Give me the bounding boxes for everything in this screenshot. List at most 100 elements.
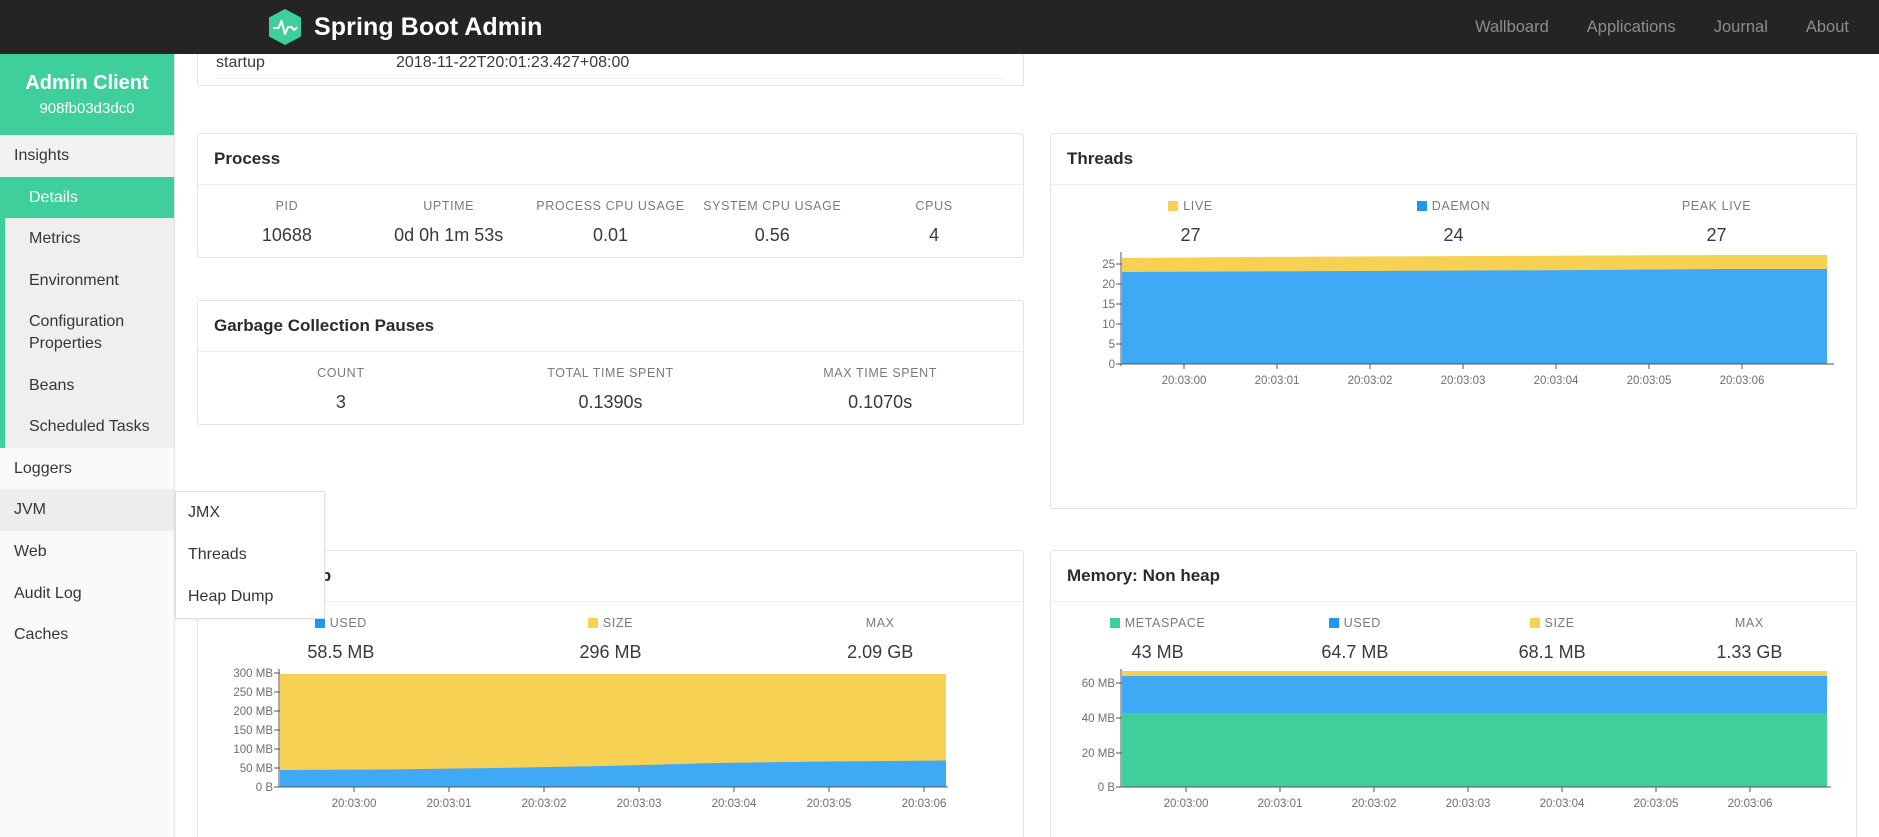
info-row-startup: startup 2018-11-22T20:01:23.427+08:00 xyxy=(198,54,1023,74)
stat-value: 3 xyxy=(335,392,346,412)
svg-text:20:03:04: 20:03:04 xyxy=(712,798,757,810)
sidebar-item-label: Audit Log xyxy=(14,584,82,602)
sidebar-item-label: Caches xyxy=(14,626,69,644)
svg-text:60 MB: 60 MB xyxy=(1082,678,1116,690)
info-row-key: startup xyxy=(216,54,265,71)
stat-gc-max-time-spent: MAX TIME SPENT 0.1070s xyxy=(745,366,1015,413)
sidebar-item-configuration-properties[interactable]: Configuration Properties xyxy=(5,301,174,364)
memory-heap-chart-svg: 300 MB 250 MB 200 MB 150 MB 100 MB 50 MB… xyxy=(233,668,948,810)
menu-item-label: JMX xyxy=(188,504,220,521)
stat-label: DAEMON xyxy=(1431,199,1491,213)
stat-value: 24 xyxy=(1443,225,1464,245)
stat-label: MAX xyxy=(1734,616,1764,630)
sidebar-item-environment[interactable]: Environment xyxy=(5,260,174,302)
svg-text:20: 20 xyxy=(1102,279,1115,291)
stat-threads-daemon: DAEMON 24 xyxy=(1322,199,1585,246)
memory-heap-chart: 300 MB 250 MB 200 MB 150 MB 100 MB 50 MB… xyxy=(206,663,1015,818)
sidebar-instance-id: 908fb03d3dc0 xyxy=(39,100,135,117)
stat-value: 43 MB xyxy=(1131,642,1184,662)
menu-item-threads[interactable]: Threads xyxy=(176,534,324,576)
memory-nonheap-stats: METASPACE 43 MB USED 64.7 MB SIZE 68.1 M… xyxy=(1059,616,1848,663)
sidebar-item-jvm[interactable]: JVM xyxy=(0,489,174,531)
sidebar-item-label: Loggers xyxy=(14,459,72,477)
sidebar-item-web[interactable]: Web xyxy=(0,531,174,573)
card-garbage-collection-pauses: Garbage Collection Pauses COUNT 3 TOTAL … xyxy=(197,300,1024,425)
sidebar-item-insights[interactable]: Insights xyxy=(0,135,174,177)
nav-link-applications[interactable]: Applications xyxy=(1587,18,1676,37)
legend-swatch-daemon xyxy=(1416,201,1427,211)
svg-text:20:03:06: 20:03:06 xyxy=(1720,375,1765,387)
stat-value: 68.1 MB xyxy=(1518,642,1586,662)
card-process: Process PID 10688 UPTIME 0d 0h 1m 53s PR… xyxy=(197,133,1024,258)
svg-text:5: 5 xyxy=(1109,339,1115,351)
stat-label: USED xyxy=(329,616,367,630)
svg-text:15: 15 xyxy=(1102,299,1115,311)
series-daemon xyxy=(1122,269,1827,364)
nav-link-about[interactable]: About xyxy=(1806,18,1849,37)
svg-text:20:03:02: 20:03:02 xyxy=(522,798,567,810)
sidebar-app-header[interactable]: Admin Client 908fb03d3dc0 xyxy=(0,54,174,135)
sidebar-item-loggers[interactable]: Loggers xyxy=(0,448,174,490)
stat-label: SIZE xyxy=(1544,616,1575,630)
svg-text:20:03:01: 20:03:01 xyxy=(1255,375,1300,387)
svg-text:40 MB: 40 MB xyxy=(1082,713,1116,725)
menu-item-heap-dump[interactable]: Heap Dump xyxy=(176,576,324,618)
svg-text:200 MB: 200 MB xyxy=(233,706,273,718)
x-axis-ticks: 20:03:00 20:03:01 20:03:02 20:03:03 20:0… xyxy=(1162,364,1765,387)
y-axis: 300 MB 250 MB 200 MB 150 MB 100 MB 50 MB… xyxy=(233,668,280,794)
stat-value: 296 MB xyxy=(579,642,642,662)
main-content: startup 2018-11-22T20:01:23.427+08:00 Pr… xyxy=(175,54,1879,837)
sidebar-item-beans[interactable]: Beans xyxy=(5,365,174,407)
svg-text:20:03:00: 20:03:00 xyxy=(1164,798,1209,810)
svg-text:20:03:06: 20:03:06 xyxy=(1728,798,1773,810)
card-memory-non-heap: Memory: Non heap METASPACE 43 MB USED 64… xyxy=(1050,550,1857,837)
nav-link-journal[interactable]: Journal xyxy=(1714,18,1768,37)
stat-label: TOTAL TIME SPENT xyxy=(547,366,674,380)
svg-text:0: 0 xyxy=(1109,359,1115,371)
stat-heap-used: USED 58.5 MB xyxy=(206,616,476,663)
info-row-value: 2018-11-22T20:01:23.427+08:00 xyxy=(396,54,630,71)
sidebar-item-scheduled-tasks[interactable]: Scheduled Tasks xyxy=(5,406,174,448)
svg-text:20:03:04: 20:03:04 xyxy=(1540,798,1585,810)
stat-cpus: CPUS 4 xyxy=(853,199,1015,246)
sidebar-item-label: Details xyxy=(29,188,78,206)
card-title: Memory: Non heap xyxy=(1051,551,1856,602)
stat-heap-max: MAX 2.09 GB xyxy=(745,616,1015,663)
stat-label: METASPACE xyxy=(1124,616,1206,630)
stat-nonheap-size: SIZE 68.1 MB xyxy=(1454,616,1651,663)
stat-label: CPUS xyxy=(915,199,953,213)
stat-gc-count: COUNT 3 xyxy=(206,366,476,413)
sidebar-item-label: JVM xyxy=(14,501,46,519)
y-axis: 25 20 15 10 5 0 xyxy=(1102,252,1122,371)
jvm-dropdown-menu: JMX Threads Heap Dump xyxy=(175,491,325,619)
stat-label: COUNT xyxy=(317,366,365,380)
svg-text:25: 25 xyxy=(1102,259,1115,271)
sidebar-item-metrics[interactable]: Metrics xyxy=(5,218,174,260)
sidebar-item-audit-log[interactable]: Audit Log xyxy=(0,573,174,615)
stat-value: 64.7 MB xyxy=(1321,642,1389,662)
memory-nonheap-chart-svg: 60 MB 40 MB 20 MB 0 B 20:03:00 20:03:01 … xyxy=(1082,669,1831,810)
threads-stats: LIVE 27 DAEMON 24 PEAK LIVE 27 xyxy=(1059,199,1848,246)
svg-text:20:03:00: 20:03:00 xyxy=(1162,375,1207,387)
sidebar-item-details[interactable]: Details xyxy=(0,176,174,219)
stat-value: 0d 0h 1m 53s xyxy=(394,225,504,245)
legend-swatch-used xyxy=(1328,618,1339,628)
nav-link-wallboard[interactable]: Wallboard xyxy=(1475,18,1549,37)
sidebar-item-caches[interactable]: Caches xyxy=(0,614,174,656)
svg-text:20:03:02: 20:03:02 xyxy=(1348,375,1393,387)
svg-text:20:03:05: 20:03:05 xyxy=(807,798,852,810)
legend-swatch-size xyxy=(587,618,598,628)
series-metaspace xyxy=(1122,713,1827,787)
sidebar-item-label: Environment xyxy=(29,271,119,289)
menu-item-jmx[interactable]: JMX xyxy=(176,492,324,534)
svg-text:20:03:00: 20:03:00 xyxy=(332,798,377,810)
memory-nonheap-chart: 60 MB 40 MB 20 MB 0 B 20:03:00 20:03:01 … xyxy=(1059,663,1848,818)
stat-label: MAX TIME SPENT xyxy=(823,366,938,380)
svg-text:20:03:05: 20:03:05 xyxy=(1634,798,1679,810)
sidebar-item-label: Beans xyxy=(29,376,75,394)
stat-value: 10688 xyxy=(261,225,312,245)
stat-system-cpu-usage: SYSTEM CPU USAGE 0.56 xyxy=(691,199,853,246)
memory-heap-stats: USED 58.5 MB SIZE 296 MB MAX 2.09 GB xyxy=(206,616,1015,663)
brand[interactable]: Spring Boot Admin xyxy=(268,8,543,46)
stat-label: SIZE xyxy=(602,616,634,630)
